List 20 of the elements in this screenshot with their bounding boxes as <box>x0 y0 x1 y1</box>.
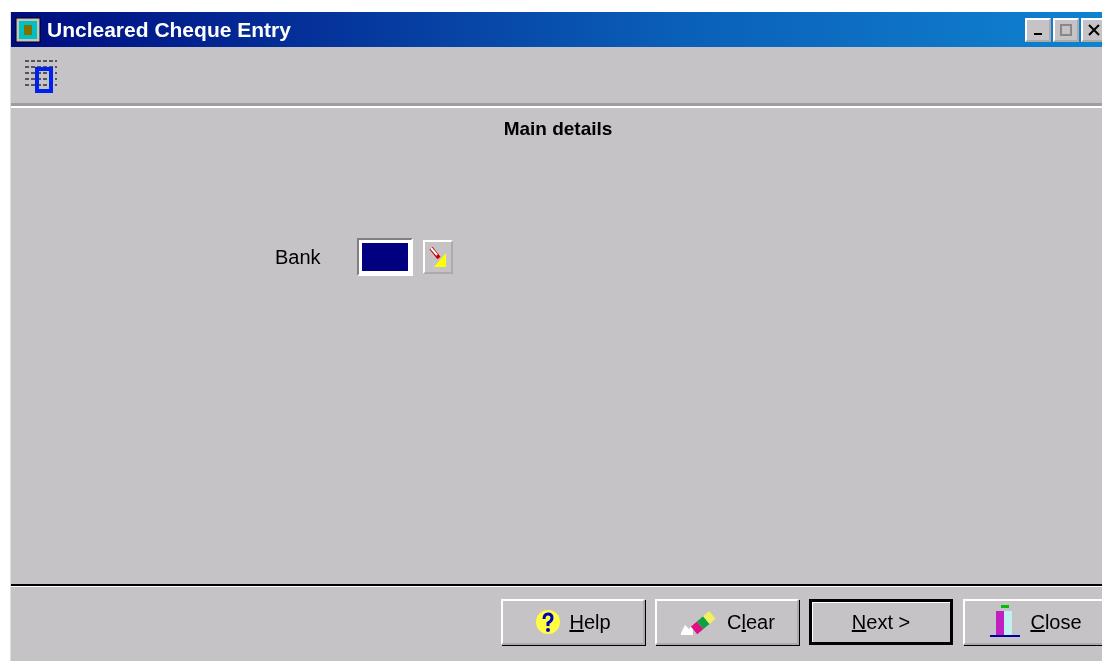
window-title: Uncleared Cheque Entry <box>47 17 291 42</box>
field-label: Bank <box>275 245 322 269</box>
maximize-button[interactable] <box>1053 17 1079 42</box>
minimize-icon <box>1034 32 1042 35</box>
maximize-icon <box>1060 23 1072 36</box>
list-icon[interactable] <box>23 57 59 93</box>
pointer-icon <box>428 245 448 269</box>
door-icon <box>988 604 1023 640</box>
lookup-button[interactable] <box>423 240 453 274</box>
clear-button[interactable]: Clear <box>655 599 799 645</box>
section-title: Main details <box>502 118 614 140</box>
app-icon <box>15 16 41 43</box>
next-button[interactable]: Next > <box>809 599 953 645</box>
bank-field[interactable] <box>357 238 413 276</box>
question-icon <box>535 609 562 635</box>
close-button[interactable] <box>1081 17 1102 42</box>
close-icon <box>1088 23 1100 36</box>
minimize-button[interactable] <box>1025 17 1051 42</box>
close-button[interactable]: Close <box>963 599 1102 645</box>
help-button[interactable]: Help <box>501 599 645 645</box>
